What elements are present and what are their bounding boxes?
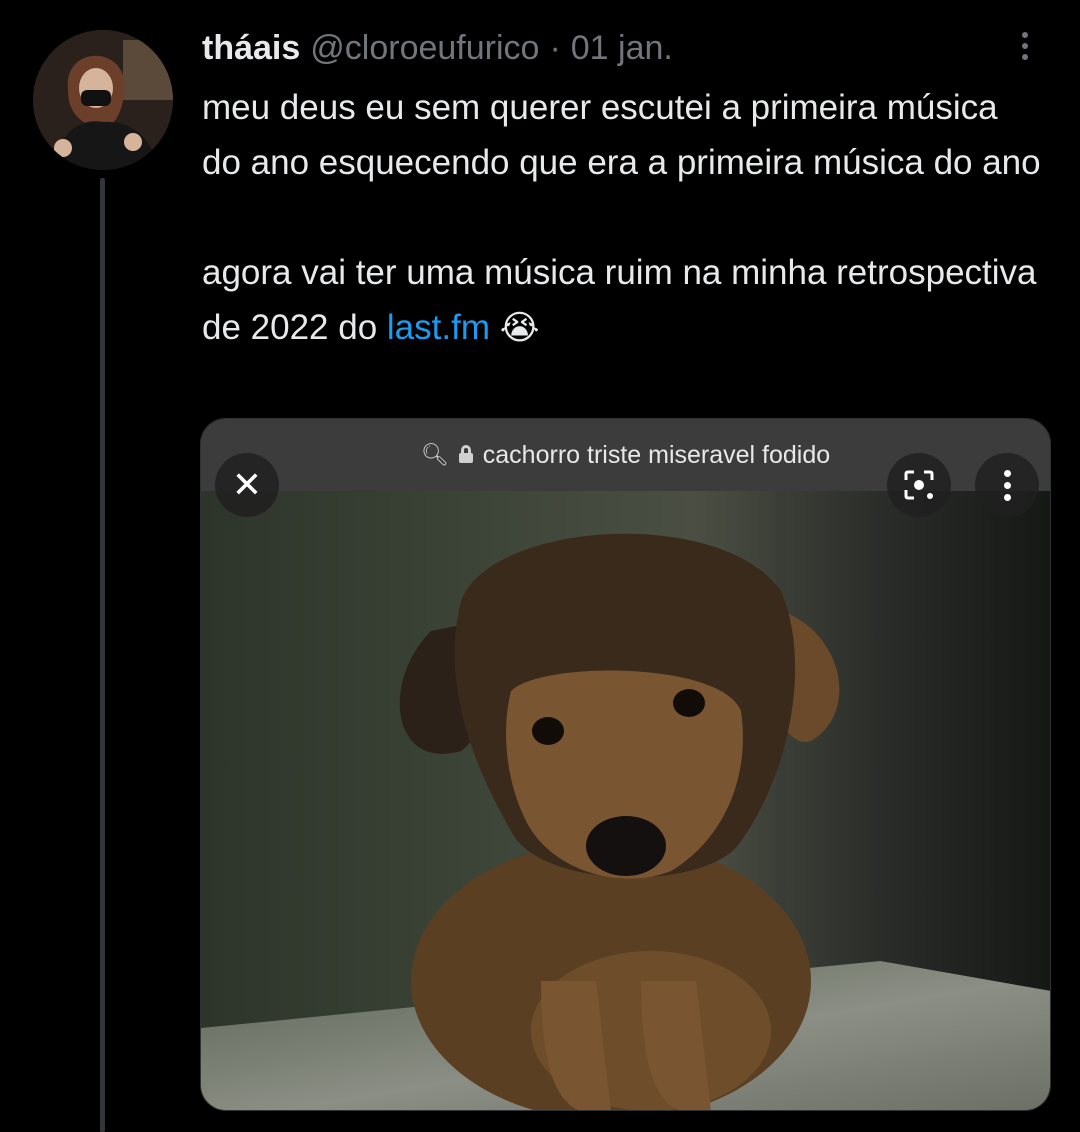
display-name[interactable]: tháais [202,26,300,70]
tweet-paragraph-2: agora vai ter uma música ruim na minha r… [202,245,1042,356]
more-icon-dot [1022,43,1028,49]
more-vertical-icon-dot [1003,469,1011,477]
close-icon: ✕ [231,464,263,505]
lock-icon [458,445,473,463]
tweet-paragraph-1: meu deus eu sem querer escutei a primeir… [202,88,1041,182]
lastfm-link[interactable]: last.fm [387,308,490,347]
tweet-paragraph-2-text: agora vai ter uma música ruim na minha r… [202,253,1037,347]
dog-photo [201,491,1050,1110]
lens-button[interactable] [887,453,951,517]
tweet-header: tháais @cloroeufurico · 01 jan. [202,26,1000,70]
tweet-date[interactable]: 01 jan. [571,26,673,70]
more-icon-dot [1022,32,1028,38]
more-icon-dot [1022,54,1028,60]
avatar-image [33,30,173,170]
user-handle[interactable]: @cloroeufurico [310,26,539,70]
separator-dot: · [549,29,561,67]
tweet-media[interactable]: 🔍︎ cachorro triste miseravel fodido ✕ [200,418,1051,1111]
crying-face-emoji: 😭 [499,308,540,348]
close-button[interactable]: ✕ [215,453,279,517]
search-icon: 🔍︎ [420,442,449,467]
url-bar-text: cachorro triste miseravel fodido [482,440,831,469]
more-vertical-icon-dot [1003,481,1011,489]
tweet-text: meu deus eu sem querer escutei a primeir… [202,80,1042,356]
avatar[interactable] [33,30,173,170]
thread-line [100,178,105,1132]
lens-icon [904,470,934,500]
sad-dog-illustration [399,533,840,1110]
more-options-button[interactable] [1010,28,1040,64]
more-vertical-icon-dot [1003,493,1011,501]
image-menu-button[interactable] [975,453,1039,517]
